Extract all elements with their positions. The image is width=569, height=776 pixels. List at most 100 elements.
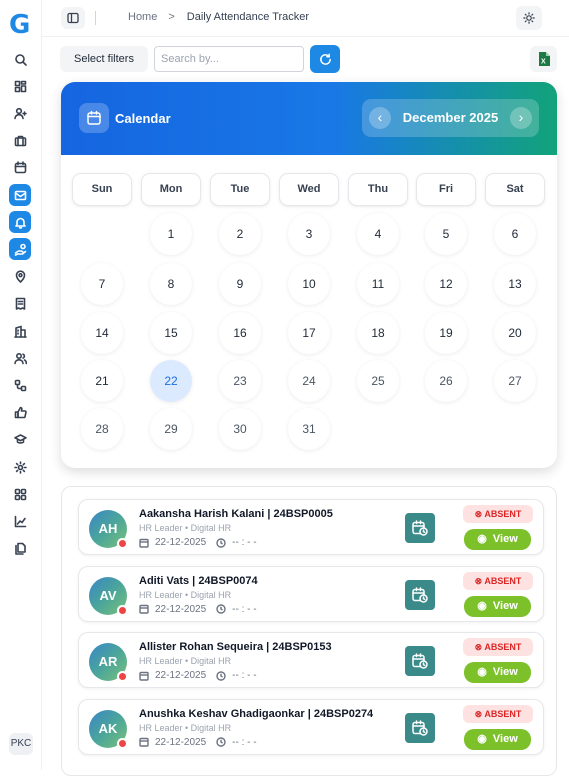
theme-toggle-button[interactable] (516, 6, 542, 30)
calendar-day[interactable]: 29 (150, 408, 192, 450)
status-badge: ⊗ ABSENT (463, 505, 533, 523)
users-icon (13, 352, 27, 364)
x-circle-icon: ⊗ (474, 642, 485, 652)
calendar-day[interactable]: 6 (494, 213, 536, 255)
calendar-day[interactable]: 27 (494, 360, 536, 402)
sidebar-item-map-pin[interactable] (9, 266, 31, 288)
attendance-calendar-button[interactable] (405, 513, 435, 543)
calendar-day[interactable]: 8 (150, 263, 192, 305)
calendar-day[interactable]: 11 (357, 263, 399, 305)
employee-role: HR Leader • Digital HR (139, 656, 232, 666)
chart-icon (14, 515, 26, 528)
sidebar-item-chart[interactable] (9, 510, 31, 532)
sidebar-item-building[interactable] (9, 320, 31, 342)
sidebar-item-users[interactable] (9, 347, 31, 369)
prev-month-button[interactable]: ‹ (369, 107, 391, 129)
calendar-day[interactable]: 13 (494, 263, 536, 305)
breadcrumb-separator: > (168, 11, 175, 23)
search-input[interactable] (154, 46, 304, 72)
weekday-header: Mon (141, 173, 201, 206)
calendar-clock-icon (412, 653, 428, 669)
sidebar-item-calendar[interactable] (9, 157, 31, 179)
calendar-day[interactable]: 14 (81, 312, 123, 354)
calendar-day[interactable]: 25 (357, 360, 399, 402)
export-excel-button[interactable]: X (530, 46, 557, 72)
calendar-day[interactable]: 2 (219, 213, 261, 255)
calendar-day[interactable]: 21 (81, 360, 123, 402)
calendar-day[interactable]: 18 (357, 312, 399, 354)
sidebar-item-apps[interactable] (9, 483, 31, 505)
attendance-calendar-button[interactable] (405, 712, 435, 743)
calendar-day[interactable]: 3 (288, 213, 330, 255)
calendar-day[interactable]: 16 (219, 312, 261, 354)
sidebar-item-bell[interactable] (9, 211, 31, 234)
view-label: View (492, 599, 518, 612)
sidebar-item-receipt[interactable] (9, 293, 31, 315)
sidebar-item-user-add[interactable] (9, 102, 31, 124)
employee-name: Anushka Keshav Ghadigaonkar | 24BSP0274 (139, 707, 374, 720)
calendar-day[interactable]: 10 (288, 263, 330, 305)
excel-icon: X (538, 52, 550, 66)
calendar-day[interactable]: 28 (81, 408, 123, 450)
record-time: -- : - - (232, 670, 257, 681)
calendar-day[interactable]: 17 (288, 312, 330, 354)
sidebar-item-thumbs-up[interactable] (9, 402, 31, 424)
calendar-day[interactable]: 1 (150, 213, 192, 255)
calendar-day[interactable]: 5 (425, 213, 467, 255)
calendar-day[interactable]: 15 (150, 312, 192, 354)
calendar-day[interactable]: 20 (494, 312, 536, 354)
calendar-day[interactable]: 26 (425, 360, 467, 402)
sidebar-item-dashboard[interactable] (9, 75, 31, 97)
calendar-day[interactable]: 30 (219, 408, 261, 450)
view-button[interactable]: ◉ View (464, 595, 531, 617)
view-button[interactable]: ◉ View (464, 529, 531, 550)
calendar-icon (139, 538, 149, 548)
sidebar-item-search[interactable] (9, 48, 31, 70)
divider (95, 11, 96, 25)
sidebar-item-briefcase[interactable] (9, 130, 31, 152)
sidebar-item-documents[interactable] (9, 538, 31, 560)
eye-icon: ◉ (477, 533, 493, 545)
receipt-icon (15, 297, 25, 311)
employee-role: HR Leader • Digital HR (139, 523, 232, 533)
status-badge: ⊗ ABSENT (463, 571, 533, 590)
calendar-day[interactable]: 31 (288, 408, 330, 450)
app-logo[interactable]: G (9, 12, 35, 38)
next-month-button[interactable]: › (510, 107, 532, 129)
attendance-calendar-button[interactable] (405, 579, 435, 610)
graduation-cap-icon (13, 434, 27, 445)
calendar-day[interactable]: 23 (219, 360, 261, 402)
calendar-day[interactable]: 9 (219, 263, 261, 305)
sidebar-item-hand-coins[interactable] (9, 238, 31, 261)
calendar-day[interactable]: 12 (425, 263, 467, 305)
panel-icon (67, 12, 79, 24)
select-filters-button[interactable]: Select filters (60, 46, 148, 72)
sidebar-toggle-button[interactable] (61, 7, 85, 29)
svg-text:X: X (541, 59, 546, 66)
attendance-calendar-button[interactable] (405, 646, 435, 676)
search-icon (14, 53, 27, 66)
calendar-day[interactable]: 24 (288, 360, 330, 402)
refresh-button[interactable] (310, 45, 340, 73)
view-button[interactable]: ◉ View (464, 728, 531, 750)
x-circle-icon: ⊗ (474, 708, 485, 719)
calendar-clock-icon (412, 719, 428, 736)
calendar-clock-icon (412, 586, 428, 603)
calendar-day-today[interactable]: 22 (150, 360, 192, 402)
employee-role: HR Leader • Digital HR (139, 589, 232, 600)
dashboard-icon (14, 80, 26, 92)
breadcrumb-current: Daily Attendance Tracker (186, 11, 310, 23)
user-avatar[interactable]: PKC (9, 733, 33, 755)
view-label: View (492, 533, 518, 545)
record-time: -- : - - (232, 603, 257, 615)
breadcrumb-home[interactable]: Home (128, 11, 157, 23)
hand-coins-icon (14, 243, 26, 256)
view-button[interactable]: ◉ View (464, 662, 531, 683)
calendar-day[interactable]: 7 (81, 263, 123, 305)
sidebar-item-mail[interactable] (9, 184, 31, 206)
sidebar-item-settings[interactable] (9, 456, 31, 478)
sidebar-item-graduation-cap[interactable] (9, 429, 31, 451)
sidebar-item-workflow[interactable] (9, 374, 31, 396)
calendar-day[interactable]: 19 (425, 312, 467, 354)
calendar-day[interactable]: 4 (357, 213, 399, 255)
